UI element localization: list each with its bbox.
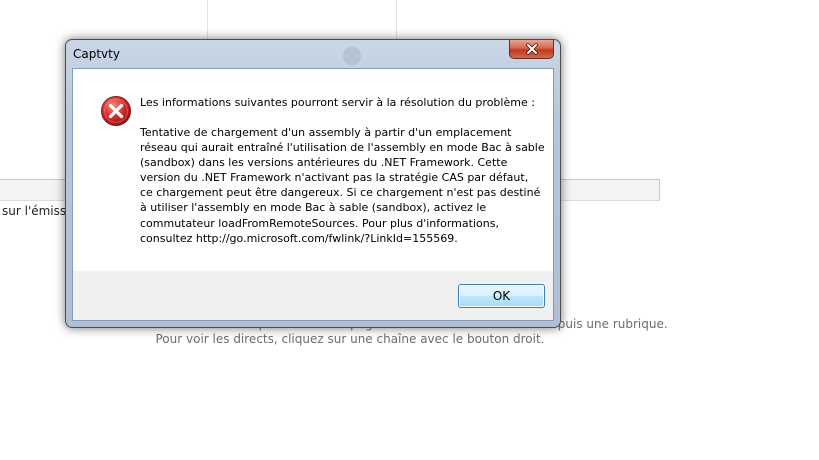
error-message-line: consultez http://go.microsoft.com/fwlink… — [140, 231, 458, 245]
error-dialog: Captvty Les informations suivantes pourr… — [65, 39, 561, 328]
bg-toolbar-border — [659, 179, 660, 201]
error-message-line: Tentative de chargement d'un assembly à … — [140, 126, 512, 139]
error-message-line: version du .NET Framework n'activant pas… — [140, 171, 529, 185]
error-message: Tentative de chargement d'un assembly à … — [140, 125, 545, 246]
close-icon — [525, 43, 538, 55]
error-heading: Les informations suivantes pourront serv… — [140, 96, 535, 109]
bg-hint-text: Pour voir les directs, cliquez sur une c… — [155, 332, 545, 346]
dialog-title: Captvty — [73, 47, 120, 61]
bg-column-divider — [396, 0, 397, 40]
error-icon — [101, 96, 131, 126]
bg-column-divider — [207, 0, 208, 40]
error-message-line: ce chargement peut être dangereux. Si ce… — [140, 186, 541, 200]
close-button[interactable] — [509, 40, 554, 59]
ok-button[interactable]: OK — [458, 284, 545, 308]
dialog-message-area: Les informations suivantes pourront serv… — [73, 69, 553, 271]
error-message-line: réseau qui aurait entraîné l'utilisation… — [140, 141, 545, 155]
dialog-client: Les informations suivantes pourront serv… — [72, 68, 554, 321]
dialog-titlebar[interactable]: Captvty — [66, 40, 560, 68]
error-message-line: à utiliser l'assembly en mode Bac à sabl… — [140, 201, 487, 215]
error-message-line: commutateur loadFromRemoteSources. Pour … — [140, 216, 499, 230]
error-message-line: (sandbox) dans les versions antérieures … — [140, 156, 508, 170]
titlebar-glow — [343, 47, 361, 65]
